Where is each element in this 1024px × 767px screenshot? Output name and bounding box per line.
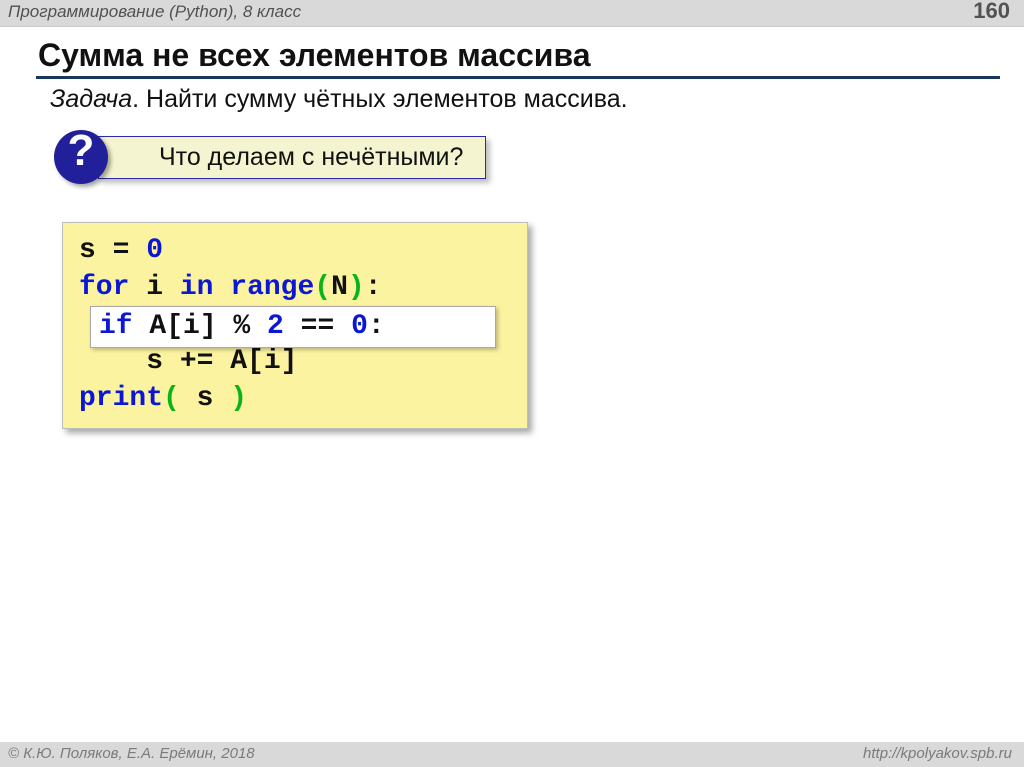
task-line: Задача. Найти сумму чётных элементов мас… [50, 85, 984, 114]
code-text [213, 272, 230, 303]
code-number: 0 [351, 311, 368, 342]
code-paren: ) [230, 383, 247, 414]
question-callout: Что делаем с нечётными? ? [54, 132, 1024, 190]
code-number: 0 [146, 235, 163, 266]
header-bar: Программирование (Python), 8 класс 160 [0, 0, 1024, 27]
question-mark-icon: ? [54, 126, 108, 176]
code-text: i [129, 272, 179, 303]
code-if-highlight: if A[i] % 2 == 0: [90, 306, 496, 348]
code-keyword: for [79, 272, 129, 303]
code-keyword: in [180, 272, 214, 303]
task-label: Задача [50, 85, 132, 113]
code-text: A[i] % [133, 311, 267, 342]
footer-copyright: © К.Ю. Поляков, Е.А. Ерёмин, 2018 [8, 745, 255, 762]
code-paren: ( [314, 272, 331, 303]
slide: Программирование (Python), 8 класс 160 С… [0, 0, 1024, 767]
code-paren: ( [163, 383, 180, 414]
task-text: . Найти сумму чётных элементов массива. [132, 85, 627, 113]
code-paren: ) [348, 272, 365, 303]
title-wrap: Сумма не всех элементов массива [36, 37, 1000, 79]
code-text: == [284, 311, 351, 342]
header-subject: Программирование (Python), 8 класс [8, 2, 301, 21]
code-keyword: if [99, 311, 133, 342]
footer-bar: © К.Ю. Поляков, Е.А. Ерёмин, 2018 http:/… [0, 742, 1024, 767]
page-number: 160 [973, 0, 1010, 24]
code-text: s [180, 383, 230, 414]
code-number: 2 [267, 311, 284, 342]
question-circle-icon: ? [54, 130, 108, 184]
slide-title: Сумма не всех элементов массива [36, 37, 1000, 74]
code-text: N [331, 272, 348, 303]
code-text: : [365, 272, 382, 303]
code-text: s = [79, 235, 146, 266]
footer-link: http://kpolyakov.spb.ru [863, 745, 1012, 762]
code-area: s = 0 for i in range(N): s += A[i] print… [62, 222, 528, 429]
code-text: s += A[i] [79, 346, 297, 377]
code-func: range [230, 272, 314, 303]
code-text: : [368, 311, 385, 342]
code-func: print [79, 383, 163, 414]
question-text: Что делаем с нечётными? [98, 136, 486, 179]
